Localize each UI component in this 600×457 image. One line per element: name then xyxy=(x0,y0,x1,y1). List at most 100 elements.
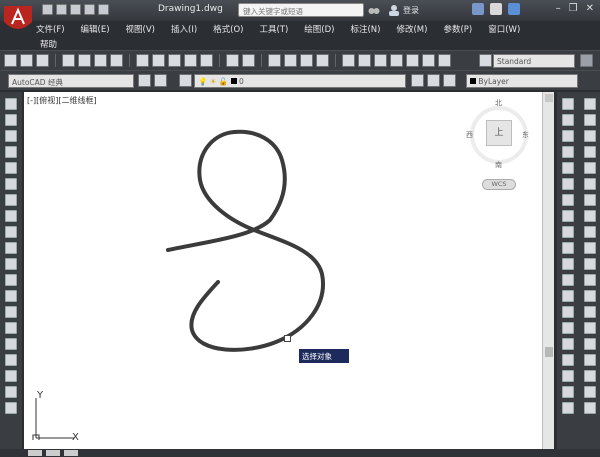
viewcube[interactable]: 北 南 东 西 上 WCS xyxy=(464,96,534,191)
menu-format[interactable]: 格式(O) xyxy=(213,21,243,36)
text-style-icon[interactable] xyxy=(479,54,492,67)
break-at-point-icon[interactable] xyxy=(562,274,574,286)
layout2-tab[interactable] xyxy=(64,450,78,456)
login-link[interactable]: 登录 xyxy=(403,5,419,16)
snap-extension-icon[interactable] xyxy=(583,194,596,206)
menu-dimension[interactable]: 标注(N) xyxy=(350,21,380,36)
region-icon[interactable] xyxy=(5,354,17,366)
block-icon[interactable] xyxy=(200,54,213,67)
circle-icon[interactable] xyxy=(5,194,17,206)
snap-center-icon[interactable] xyxy=(583,210,596,222)
vertical-scrollbar[interactable] xyxy=(542,92,554,449)
insert-block-icon[interactable] xyxy=(5,274,17,286)
cut-icon[interactable] xyxy=(136,54,149,67)
redo-icon[interactable] xyxy=(242,54,255,67)
exchange-icon[interactable] xyxy=(472,3,484,15)
snap-nearest-icon[interactable] xyxy=(583,322,596,334)
polyline-icon[interactable] xyxy=(5,130,17,142)
gradient-icon[interactable] xyxy=(5,338,17,350)
break-icon[interactable] xyxy=(562,290,574,302)
layer-manager-icon[interactable] xyxy=(179,74,192,87)
text-style-select[interactable]: Standard xyxy=(493,54,575,68)
autocad-logo-icon[interactable] xyxy=(2,2,34,34)
scroll-thumb[interactable] xyxy=(545,347,553,357)
color-select[interactable]: ByLayer xyxy=(466,74,578,88)
fillet-icon[interactable] xyxy=(562,338,574,350)
chamfer-icon[interactable] xyxy=(562,322,574,334)
wcs-menu-button[interactable]: WCS xyxy=(482,179,516,190)
calculator-icon[interactable] xyxy=(422,54,435,67)
revision-cloud-icon[interactable] xyxy=(5,210,17,222)
design-center-icon[interactable] xyxy=(358,54,371,67)
properties-panel-icon[interactable] xyxy=(562,386,574,398)
array-icon[interactable] xyxy=(562,162,574,174)
open-icon[interactable] xyxy=(20,54,33,67)
rectangle-icon[interactable] xyxy=(5,162,17,174)
menu-view[interactable]: 视图(V) xyxy=(126,21,155,36)
snap-perpendicular-icon[interactable] xyxy=(583,258,596,270)
markup-icon[interactable] xyxy=(406,54,419,67)
snap-quadrant-icon[interactable] xyxy=(583,226,596,238)
new-icon[interactable] xyxy=(42,4,53,15)
snap-apparent-icon[interactable] xyxy=(583,178,596,190)
viewcube-top-face[interactable]: 上 xyxy=(486,120,512,146)
scroll-up-arrow[interactable] xyxy=(545,94,553,102)
menu-draw[interactable]: 绘图(D) xyxy=(304,21,334,36)
copy-icon[interactable] xyxy=(152,54,165,67)
extend-icon[interactable] xyxy=(562,258,574,270)
move-icon[interactable] xyxy=(562,178,574,190)
spline-icon[interactable] xyxy=(5,226,17,238)
multiline-text-icon[interactable] xyxy=(5,386,17,398)
menu-insert[interactable]: 插入(I) xyxy=(171,21,197,36)
snap-none-icon[interactable] xyxy=(583,338,596,350)
ellipse-icon[interactable] xyxy=(5,242,17,254)
close-icon[interactable]: ✕ xyxy=(586,3,594,14)
open-icon[interactable] xyxy=(56,4,67,15)
menu-help[interactable]: 帮助 xyxy=(40,36,57,50)
trim-icon[interactable] xyxy=(562,242,574,254)
snap-node-icon[interactable] xyxy=(583,306,596,318)
blend-icon[interactable] xyxy=(562,354,574,366)
menu-parametric[interactable]: 参数(P) xyxy=(443,21,472,36)
print-icon[interactable] xyxy=(62,54,75,67)
snap-from-icon[interactable] xyxy=(583,114,596,126)
rotate-icon[interactable] xyxy=(562,194,574,206)
copy-object-icon[interactable] xyxy=(562,114,574,126)
restore-icon[interactable]: ❐ xyxy=(569,3,578,14)
compass-east-label[interactable]: 东 xyxy=(522,130,529,140)
match-properties-icon[interactable] xyxy=(184,54,197,67)
zoom-window-icon[interactable] xyxy=(300,54,313,67)
make-block-icon[interactable] xyxy=(5,290,17,302)
table-icon[interactable] xyxy=(5,370,17,382)
layout-icon[interactable] xyxy=(583,370,596,382)
save-icon[interactable] xyxy=(70,4,81,15)
menu-tools[interactable]: 工具(T) xyxy=(259,21,288,36)
arc-icon[interactable] xyxy=(5,178,17,190)
offset-icon[interactable] xyxy=(562,146,574,158)
new-icon[interactable] xyxy=(4,54,17,67)
compass-north-label[interactable]: 北 xyxy=(495,98,502,108)
zoom-previous-icon[interactable] xyxy=(316,54,329,67)
layer-select[interactable]: 💡 ☀ 🔓 0 xyxy=(194,74,406,88)
construction-line-icon[interactable] xyxy=(5,114,17,126)
save-as-icon[interactable] xyxy=(84,4,95,15)
user-icon[interactable] xyxy=(388,4,400,16)
snap-intersection-icon[interactable] xyxy=(583,162,596,174)
named-views-icon[interactable] xyxy=(583,402,596,414)
help-icon[interactable] xyxy=(508,3,520,15)
viewport-icon[interactable] xyxy=(583,386,596,398)
add-selected-icon[interactable] xyxy=(5,402,17,414)
compass-west-label[interactable]: 西 xyxy=(466,130,473,140)
pan-icon[interactable] xyxy=(268,54,281,67)
drawing-canvas[interactable]: [-][俯视][二维线框] 选择对象 北 南 东 西 上 WCS Y X xyxy=(24,92,542,449)
scale-icon[interactable] xyxy=(562,210,574,222)
erase-icon[interactable] xyxy=(562,98,574,110)
dim-style-icon[interactable] xyxy=(580,54,593,67)
layer-state-icon[interactable] xyxy=(443,74,456,87)
stretch-icon[interactable] xyxy=(562,226,574,238)
workspace-settings-icon[interactable] xyxy=(138,74,151,87)
properties-icon[interactable] xyxy=(342,54,355,67)
polygon-icon[interactable] xyxy=(5,146,17,158)
connect-icon[interactable] xyxy=(490,3,502,15)
snap-settings-icon[interactable] xyxy=(583,354,596,366)
